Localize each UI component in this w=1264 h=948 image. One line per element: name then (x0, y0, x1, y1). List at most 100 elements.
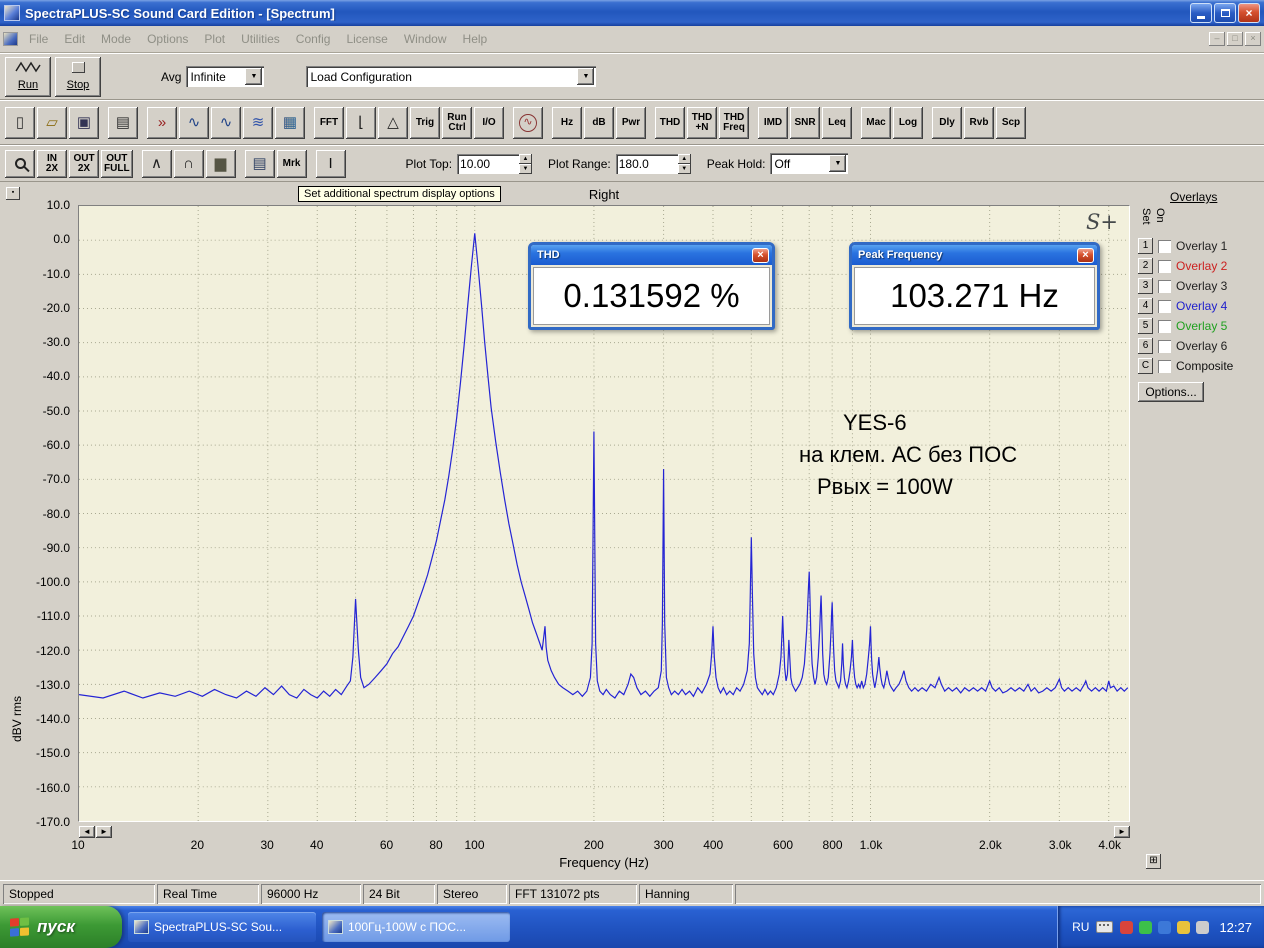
toolbar-fft-settings-button[interactable]: FFT (314, 106, 344, 139)
toolbar-zoom-out-full-button[interactable]: OUT FULL (101, 149, 133, 178)
overlay-set-button-1[interactable]: 1 (1138, 238, 1153, 254)
close-button[interactable]: × (1238, 3, 1260, 23)
toolbar-logging-button[interactable]: Log (893, 106, 923, 139)
toolbar-display-options-button[interactable]: ▤ (244, 149, 275, 178)
toolbar-bar-display-button[interactable]: ▆ (205, 149, 236, 178)
stop-button[interactable]: Stop (55, 56, 101, 97)
toolbar-zoom-in-2x-button[interactable]: IN 2X (37, 149, 67, 178)
run-button[interactable]: Run (5, 56, 51, 97)
peak-frequency-window-close-button[interactable]: × (1077, 247, 1094, 263)
toolbar-power-units-button[interactable]: Pwr (616, 106, 646, 139)
tray-icon-3[interactable] (1158, 920, 1172, 934)
toolbar-waterfall-view-button[interactable]: ≋ (243, 106, 273, 139)
load-configuration-select[interactable]: Load Configuration ▼ (306, 66, 597, 87)
overlay-set-button-2[interactable]: 2 (1138, 258, 1153, 274)
toolbar-scope-button[interactable]: Scp (996, 106, 1026, 139)
overlay-options-button[interactable]: Options... (1138, 382, 1204, 402)
menu-item-utilities[interactable]: Utilities (233, 28, 288, 50)
titlebar[interactable]: SpectraPLUS-SC Sound Card Edition - [Spe… (0, 0, 1264, 26)
toolbar-new-file-button[interactable]: ▯ (5, 106, 35, 139)
toolbar-reverb-button[interactable]: Rvb (964, 106, 994, 139)
toolbar-spectrogram-view-button[interactable]: ▦ (275, 106, 305, 139)
scroll-right-button[interactable]: ► (96, 826, 112, 838)
menu-item-options[interactable]: Options (139, 28, 196, 50)
overlay-checkbox-3[interactable] (1158, 279, 1171, 293)
toolbar-delay-button[interactable]: Dly (932, 106, 962, 139)
start-button[interactable]: пуск (0, 906, 122, 948)
toolbar-leq-button[interactable]: Leq (822, 106, 852, 139)
spin-down-icon[interactable]: ▼ (677, 163, 691, 174)
child-close-button[interactable]: × (1245, 32, 1261, 46)
plot-menu-button[interactable]: ▪ (6, 187, 20, 200)
overlay-set-button-5[interactable]: 5 (1138, 318, 1153, 334)
plot-top-input[interactable] (457, 153, 520, 174)
spin-down-icon[interactable]: ▼ (519, 163, 533, 174)
menu-item-edit[interactable]: Edit (56, 28, 93, 50)
toolbar-signal-generator-button[interactable]: ∿ (513, 106, 543, 139)
scroll-right-edge-button[interactable]: ► (1114, 826, 1130, 838)
toolbar-zoom-button[interactable] (5, 149, 35, 178)
toolbar-save-file-button[interactable]: ▣ (69, 106, 99, 139)
overlay-set-button-6[interactable]: 6 (1138, 338, 1153, 354)
toolbar-wave-edit-button[interactable]: ∿ (179, 106, 209, 139)
overlay-checkbox-6[interactable] (1158, 339, 1171, 353)
toolbar-scaling-button[interactable]: ⌊ (346, 106, 376, 139)
toolbar-marker-button[interactable]: Mrk (276, 149, 307, 178)
overlays-link[interactable]: Overlays (1170, 190, 1264, 204)
menu-item-config[interactable]: Config (288, 28, 339, 50)
taskbar-clock[interactable]: 12:27 (1219, 920, 1252, 935)
toolbar-smooth-curve-button[interactable]: ∩ (173, 149, 204, 178)
menu-item-license[interactable]: License (338, 28, 395, 50)
toolbar-open-file-button[interactable]: ▱ (37, 106, 67, 139)
overlay-set-button-3[interactable]: 3 (1138, 278, 1153, 294)
overlay-checkbox-1[interactable] (1158, 239, 1171, 253)
overlay-checkbox-5[interactable] (1158, 319, 1171, 333)
toolbar-zoom-out-2x-button[interactable]: OUT 2X (69, 149, 99, 178)
toolbar-run-control-button[interactable]: Run Ctrl (442, 106, 472, 139)
minimize-button[interactable] (1190, 3, 1212, 23)
toolbar-imd-button[interactable]: IMD (758, 106, 788, 139)
toolbar-snr-button[interactable]: SNR (790, 106, 820, 139)
toolbar-thd-button[interactable]: THD (655, 106, 685, 139)
menu-item-plot[interactable]: Plot (196, 28, 233, 50)
tray-icon-5[interactable] (1196, 920, 1210, 934)
restore-button[interactable] (1214, 3, 1236, 23)
peak-frequency-window-titlebar[interactable]: Peak Frequency × (852, 245, 1097, 265)
toolbar-waveform-view-button[interactable]: ∿ (211, 106, 241, 139)
spin-up-icon[interactable]: ▲ (677, 153, 691, 164)
menu-item-help[interactable]: Help (455, 28, 496, 50)
menu-item-window[interactable]: Window (396, 28, 455, 50)
spin-up-icon[interactable]: ▲ (519, 153, 533, 164)
toolbar-db-units-button[interactable]: dB (584, 106, 614, 139)
toolbar-macro-button[interactable]: Mac (861, 106, 891, 139)
overlay-checkbox-4[interactable] (1158, 299, 1171, 313)
menu-item-mode[interactable]: Mode (93, 28, 139, 50)
toolbar-trigger-button[interactable]: Trig (410, 106, 440, 139)
chevron-down-icon[interactable]: ▼ (245, 68, 263, 85)
task-button-1[interactable]: SpectraPLUS-SC Sou... (128, 912, 316, 942)
overlay-set-button-C[interactable]: C (1138, 358, 1153, 374)
corner-expand-button[interactable]: ⊞ (1146, 854, 1161, 869)
chevron-down-icon[interactable]: ▼ (577, 68, 595, 85)
task-button-2[interactable]: 100Гц-100W с ПОС... (322, 912, 510, 942)
overlay-set-button-4[interactable]: 4 (1138, 298, 1153, 314)
child-minimize-button[interactable]: – (1209, 32, 1225, 46)
overlay-checkbox-C[interactable] (1158, 359, 1171, 373)
toolbar-peak-curve-button[interactable]: ∧ (141, 149, 172, 178)
child-window-icon[interactable] (3, 32, 18, 46)
peak-frequency-window[interactable]: Peak Frequency × 103.271 Hz (849, 242, 1100, 330)
toolbar-print-button[interactable]: ▤ (108, 106, 138, 139)
thd-window[interactable]: THD × 0.131592 % (528, 242, 775, 330)
language-indicator[interactable]: RU (1072, 920, 1089, 934)
scroll-left-button[interactable]: ◄ (79, 826, 95, 838)
thd-window-titlebar[interactable]: THD × (531, 245, 772, 265)
tray-icon-2[interactable] (1139, 920, 1153, 934)
toolbar-io-settings-button[interactable]: I/O (474, 106, 504, 139)
menu-item-file[interactable]: File (21, 28, 56, 50)
toolbar-thd-plus-n-button[interactable]: THD +N (687, 106, 717, 139)
avg-select[interactable]: Infinite ▼ (186, 66, 265, 87)
toolbar-calibration-button[interactable]: △ (378, 106, 408, 139)
keyboard-icon[interactable] (1096, 921, 1114, 933)
plot-range-input[interactable] (615, 153, 678, 174)
thd-window-close-button[interactable]: × (752, 247, 769, 263)
